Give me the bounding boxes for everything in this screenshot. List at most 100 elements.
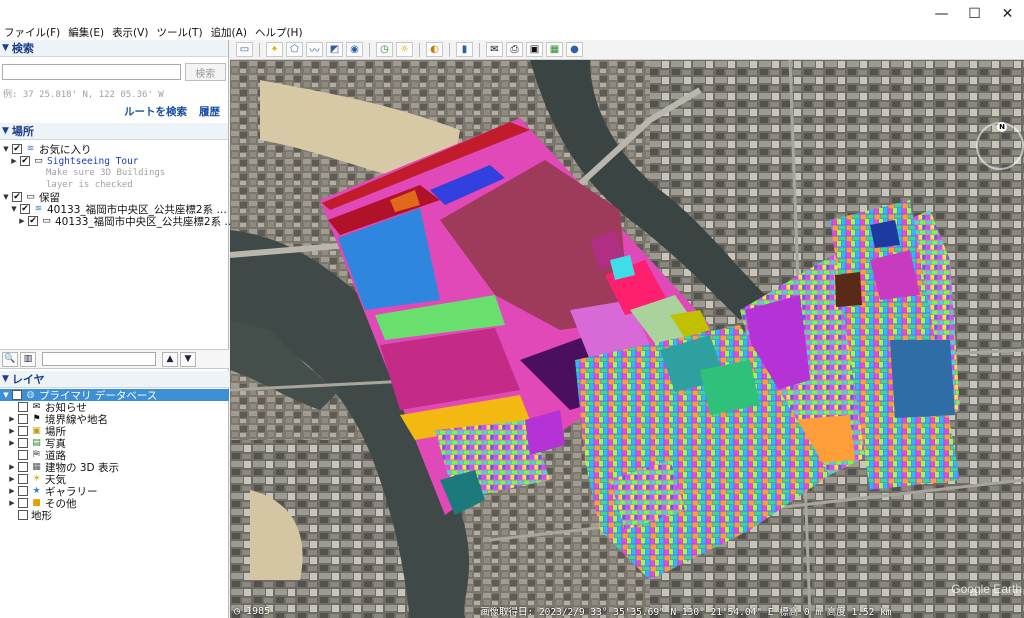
sunlight-icon[interactable]: ☼ xyxy=(396,42,413,57)
checkbox[interactable] xyxy=(18,498,28,508)
expand-icon[interactable]: ▼ xyxy=(10,205,18,213)
view-in-maps-icon[interactable]: ▦ xyxy=(546,42,563,57)
menu-bar: ファイル(F) 編集(E) 表示(V) ツール(T) 追加(A) ヘルプ(H) xyxy=(0,24,1024,40)
checkbox[interactable] xyxy=(18,426,28,436)
search-button[interactable]: 検索 xyxy=(184,63,226,81)
email-icon[interactable]: ✉ xyxy=(486,42,503,57)
menu-edit[interactable]: 編集(E) xyxy=(64,25,108,40)
places-toolbar: 🔍 ▥ ▲ ▼ xyxy=(0,349,229,369)
menu-add[interactable]: 追加(A) xyxy=(207,25,251,40)
expand-icon[interactable]: ▶ xyxy=(8,427,16,435)
layers-section-header[interactable]: ▼ レイヤ xyxy=(0,371,229,388)
checkbox[interactable] xyxy=(12,390,22,400)
move-up-icon[interactable]: ▲ xyxy=(162,351,178,367)
places-folder-icon: ≋ xyxy=(26,144,35,154)
checkbox[interactable] xyxy=(18,474,28,484)
menu-tools[interactable]: ツール(T) xyxy=(152,25,206,40)
historical-imagery-icon[interactable]: ◷ xyxy=(376,42,393,57)
checkbox[interactable]: ✔ xyxy=(12,144,22,154)
places-section-title: 場所 xyxy=(11,125,34,138)
add-polygon-icon[interactable]: ⬠ xyxy=(286,42,303,57)
expand-icon[interactable]: ▶ xyxy=(18,217,26,225)
add-overlay-icon[interactable]: ◩ xyxy=(326,42,343,57)
layers-section-title: レイヤ xyxy=(11,373,45,386)
menu-view[interactable]: 表示(V) xyxy=(108,25,152,40)
compass-control[interactable]: N xyxy=(976,122,1024,170)
checkbox[interactable]: ✔ xyxy=(28,216,38,226)
tree-item-sightseeing[interactable]: ▶ ✔ ▭ Sightseeing Tour xyxy=(0,155,228,167)
satellite-imagery xyxy=(230,60,1024,618)
checkbox[interactable] xyxy=(18,486,28,496)
layer-item[interactable]: ▶ ▣ 場所 xyxy=(0,425,229,438)
expand-icon[interactable]: ▶ xyxy=(8,475,16,483)
layer-item[interactable]: ▶ ▤ 写真 xyxy=(0,437,229,450)
checkbox[interactable] xyxy=(18,438,28,448)
collapse-triangle-icon: ▼ xyxy=(2,374,9,384)
places-tree: ▼ ✔ ≋ お気に入り ▶ ✔ ▭ Sightseeing Tour Make … xyxy=(0,140,235,228)
switch-planet-icon[interactable]: ◐ xyxy=(426,42,443,57)
route-search-link[interactable]: ルートを検索 xyxy=(124,104,187,119)
tree-note-line: layer is checked xyxy=(0,179,228,191)
tree-note-line: Make sure 3D Buildings xyxy=(0,167,228,179)
record-tour-icon[interactable]: ◉ xyxy=(346,42,363,57)
layer-item[interactable]: ▶ ★ ギャラリー xyxy=(0,485,229,498)
history-link[interactable]: 履歴 xyxy=(199,104,220,119)
menu-file[interactable]: ファイル(F) xyxy=(0,25,64,40)
add-placemark-icon[interactable]: ✦ xyxy=(266,42,283,57)
collapse-triangle-icon: ▼ xyxy=(2,126,9,136)
expand-icon[interactable]: ▶ xyxy=(8,487,16,495)
gallery-star-icon: ★ xyxy=(32,486,41,496)
save-image-icon[interactable]: ▣ xyxy=(526,42,543,57)
checkbox[interactable]: ✔ xyxy=(12,192,22,202)
search-section-header[interactable]: ▼ 検索 xyxy=(0,40,228,57)
folder-icon: ▭ xyxy=(34,156,43,166)
layer-item[interactable]: 地形 xyxy=(0,509,229,522)
tree-item-primary-db[interactable]: ▼ ◍ プライマリ データベース xyxy=(0,389,229,402)
checkbox[interactable] xyxy=(18,510,28,520)
expand-icon[interactable]: ▼ xyxy=(2,193,10,201)
expand-icon[interactable]: ▶ xyxy=(8,439,16,447)
earth-gallery-icon[interactable]: ● xyxy=(566,42,583,57)
layer-item[interactable]: ▶ ⚑ 境界線や地名 xyxy=(0,413,229,426)
places-section-header[interactable]: ▼ 場所 xyxy=(0,123,228,140)
move-down-icon[interactable]: ▼ xyxy=(180,351,196,367)
toolbar-divider xyxy=(259,42,260,57)
layer-item[interactable]: ✉ お知らせ xyxy=(0,401,229,414)
search-places-icon[interactable]: 🔍 xyxy=(2,351,18,367)
expand-icon[interactable]: ▶ xyxy=(8,415,16,423)
expand-icon[interactable]: ▶ xyxy=(8,463,16,471)
folder-icon: ▭ xyxy=(26,192,35,202)
menu-help[interactable]: ヘルプ(H) xyxy=(251,25,307,40)
checkbox[interactable] xyxy=(18,414,28,424)
layer-item[interactable]: ▶ ▦ 建物の 3D 表示 xyxy=(0,461,229,474)
expand-icon[interactable]: ▼ xyxy=(2,391,10,399)
add-path-icon[interactable]: 〰 xyxy=(306,42,323,57)
checkbox[interactable]: ✔ xyxy=(20,156,30,166)
expand-icon[interactable]: ▶ xyxy=(10,157,18,165)
checkbox[interactable] xyxy=(18,450,28,460)
google-earth-watermark: Google Earth xyxy=(951,582,1022,596)
tree-item-favorites[interactable]: ▼ ✔ ≋ お気に入り xyxy=(0,143,228,156)
checkbox[interactable] xyxy=(18,402,28,412)
tree-item-label: 40133_福岡市中央区_公共座標2系 … xyxy=(55,215,235,228)
tour-year-icon[interactable]: ◷ xyxy=(234,606,240,617)
checkbox[interactable] xyxy=(18,462,28,472)
map-view[interactable]: N xyxy=(230,60,1024,618)
places-filter-input[interactable] xyxy=(42,352,156,366)
building-icon: ▦ xyxy=(32,462,41,472)
tree-item-kml-2[interactable]: ▶ ✔ ▭ 40133_福岡市中央区_公共座標2系 … xyxy=(0,215,235,228)
expand-icon[interactable]: ▶ xyxy=(8,499,16,507)
search-input[interactable] xyxy=(2,64,181,80)
panel-toggle-icon[interactable]: ▥ xyxy=(20,351,36,367)
north-indicator: N xyxy=(997,122,1007,132)
status-coordinates: 画像取得日: 2023/2/9 33° 35'35.69" N 130° 21'… xyxy=(480,607,892,618)
toolbar-divider xyxy=(479,42,480,57)
search-links: ルートを検索 履歴 xyxy=(0,100,228,123)
checkbox[interactable]: ✔ xyxy=(20,204,30,214)
sidebar-toggle-icon[interactable]: ▭ xyxy=(236,42,253,57)
expand-icon[interactable]: ▼ xyxy=(2,145,10,153)
layer-item[interactable]: ▶ ☀ 天気 xyxy=(0,473,229,486)
print-icon[interactable]: ⎙ xyxy=(506,42,523,57)
ruler-icon[interactable]: ▮ xyxy=(456,42,473,57)
tree-note-text: Make sure 3D Buildings xyxy=(46,168,166,178)
